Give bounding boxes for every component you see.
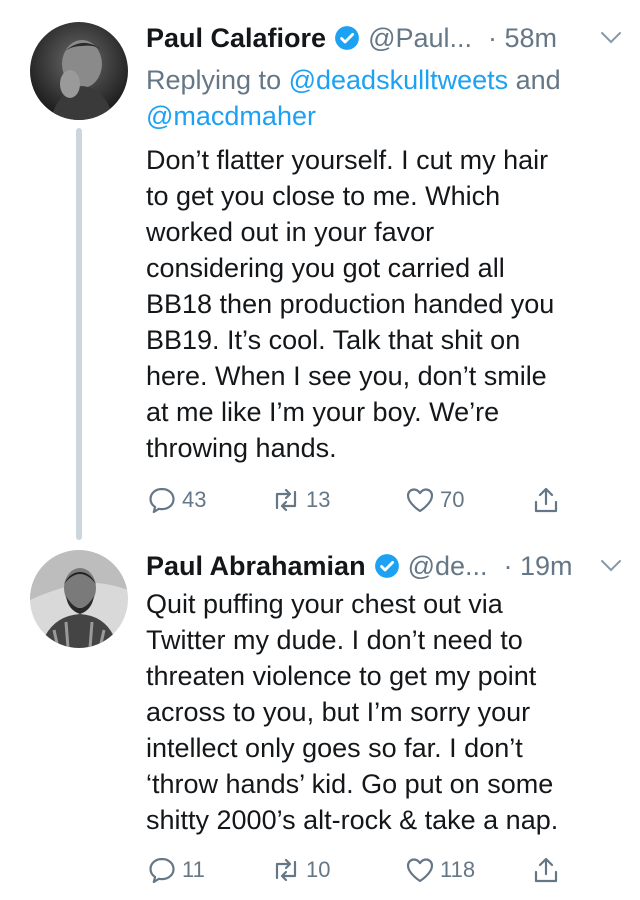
- reply-joiner: and: [508, 65, 561, 95]
- tweet-time[interactable]: · 19m: [504, 551, 573, 582]
- tweet-header: Paul Calafiore @Paul... · 58m: [146, 18, 622, 58]
- like-icon: [406, 488, 434, 513]
- tweet-1[interactable]: Paul Calafiore @Paul... · 58m Replying t…: [0, 0, 640, 540]
- share-button[interactable]: [530, 854, 566, 886]
- share-icon: [534, 487, 558, 513]
- tweet-2[interactable]: Paul Abrahamian @de... · 19m Quit puffin…: [0, 540, 640, 900]
- reply-prefix: Replying to: [146, 65, 289, 95]
- mention-link[interactable]: @deadskulltweets: [289, 65, 509, 95]
- reply-button[interactable]: 11: [146, 854, 205, 886]
- retweet-button[interactable]: 10: [270, 854, 330, 886]
- avatar[interactable]: [30, 550, 128, 648]
- author-name[interactable]: Paul Abrahamian: [146, 551, 366, 582]
- verified-badge-icon: [374, 553, 400, 579]
- chevron-down-icon[interactable]: [600, 559, 622, 573]
- tweet-actions: 43 13 70: [146, 484, 586, 524]
- retweet-count: 13: [306, 487, 331, 512]
- reply-count: 11: [182, 857, 205, 882]
- like-count: 70: [440, 487, 465, 512]
- like-icon: [406, 858, 434, 883]
- mention-link[interactable]: @macdmaher: [146, 101, 316, 131]
- author-handle[interactable]: @de...: [408, 551, 488, 582]
- verified-badge-icon: [334, 25, 360, 51]
- author-handle[interactable]: @Paul...: [368, 23, 472, 54]
- like-button[interactable]: 118: [404, 854, 475, 886]
- like-count: 118: [440, 857, 476, 882]
- reply-icon: [149, 857, 175, 884]
- avatar[interactable]: [30, 22, 128, 120]
- tweet-text: Quit puffing your chest out via Twitter …: [146, 589, 559, 835]
- replying-to: Replying to @deadskulltweets and @macdmah…: [146, 62, 616, 134]
- chevron-down-icon[interactable]: [600, 31, 622, 45]
- reply-button[interactable]: 43: [146, 484, 206, 516]
- share-button[interactable]: [530, 484, 566, 516]
- thread-line: [76, 128, 82, 540]
- tweet-actions: 11 10 118: [146, 854, 586, 894]
- retweet-button[interactable]: 13: [270, 484, 330, 516]
- tweet-text: Don’t flatter yourself. I cut my hair to…: [146, 145, 555, 463]
- retweet-icon: [275, 488, 297, 512]
- author-name[interactable]: Paul Calafiore: [146, 23, 326, 54]
- reply-icon: [149, 487, 175, 514]
- retweet-icon: [275, 858, 297, 882]
- tweet-header: Paul Abrahamian @de... · 19m: [146, 546, 622, 586]
- share-icon: [534, 857, 558, 883]
- tweet-time[interactable]: · 58m: [488, 23, 557, 54]
- like-button[interactable]: 70: [404, 484, 464, 516]
- reply-count: 43: [182, 487, 207, 512]
- retweet-count: 10: [306, 857, 331, 882]
